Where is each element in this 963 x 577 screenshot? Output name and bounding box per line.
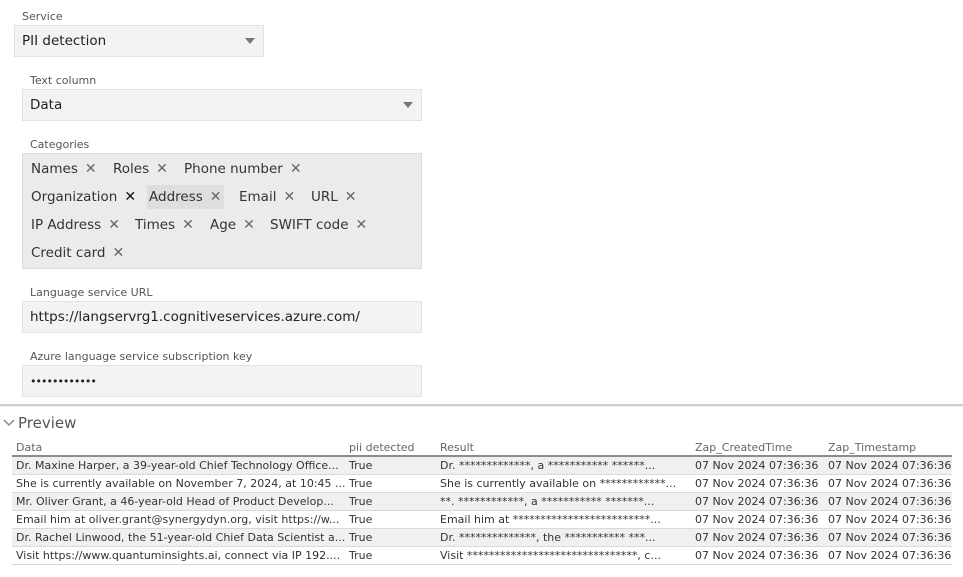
tag-label: Address (149, 189, 203, 205)
subscription-key-value: •••••••••••• (30, 374, 97, 388)
chevron-down-icon (403, 102, 413, 108)
tag-label: Times (135, 217, 176, 233)
cell-result: Dr. **************, the *********** ***.… (436, 528, 691, 547)
column-header-pii-detected[interactable]: pii detected (345, 439, 436, 457)
cell-timestamp: 07 Nov 2024 07:36:36 (824, 474, 952, 493)
tag-label: Organization (31, 189, 118, 205)
tag-label: Age (210, 217, 237, 233)
remove-tag-icon[interactable]: ✕ (290, 157, 302, 181)
category-tag: Credit card ✕ (29, 241, 126, 265)
cell-result: Email him at *************************..… (436, 510, 691, 529)
cell-result: She is currently available on **********… (436, 474, 691, 493)
cell-timestamp: 07 Nov 2024 07:36:36 (824, 510, 952, 529)
cell-pii-detected: True (345, 528, 436, 547)
language-url-label: Language service URL (30, 286, 153, 299)
cell-data: Mr. Oliver Grant, a 46-year-old Head of … (12, 492, 345, 511)
cell-timestamp: 07 Nov 2024 07:36:36 (824, 456, 952, 475)
category-tag: Address ✕ (147, 185, 224, 209)
tag-label: IP Address (31, 217, 102, 233)
cell-result: **. ************, a *********** *******.… (436, 492, 691, 511)
category-tag: Email ✕ (237, 185, 297, 209)
cell-timestamp: 07 Nov 2024 07:36:36 (824, 546, 952, 565)
column-header-result[interactable]: Result (436, 439, 691, 457)
cell-result: Visit *******************************, c… (436, 546, 691, 565)
cell-data: Email him at oliver.grant@synergydyn.org… (12, 510, 345, 529)
tag-label: Credit card (31, 245, 106, 261)
table-row[interactable]: Visit https://www.quantuminsights.ai, co… (12, 546, 952, 565)
chevron-down-icon (245, 38, 255, 44)
text-column-dropdown[interactable]: Data (22, 89, 422, 121)
cell-timestamp: 07 Nov 2024 07:36:36 (824, 492, 952, 511)
cell-timestamp: 07 Nov 2024 07:36:36 (824, 528, 952, 547)
cell-created-time: 07 Nov 2024 07:36:36 (691, 492, 824, 511)
remove-tag-icon[interactable]: ✕ (283, 185, 295, 209)
language-url-input[interactable]: https://langservrg1.cognitiveservices.az… (22, 301, 422, 333)
remove-tag-icon[interactable]: ✕ (156, 157, 168, 181)
cell-pii-detected: True (345, 456, 436, 475)
category-tag: Organization ✕ (29, 185, 138, 209)
table-row[interactable]: Email him at oliver.grant@synergydyn.org… (12, 510, 952, 529)
cell-created-time: 07 Nov 2024 07:36:36 (691, 528, 824, 547)
category-tag: URL ✕ (309, 185, 359, 209)
text-column-label: Text column (30, 74, 97, 87)
cell-data: Dr. Maxine Harper, a 39-year-old Chief T… (12, 456, 345, 475)
language-url-value: https://langservrg1.cognitiveservices.az… (30, 309, 360, 325)
categories-label: Categories (30, 138, 90, 151)
preview-title: Preview (18, 414, 77, 432)
cell-pii-detected: True (345, 492, 436, 511)
preview-toggle[interactable]: Preview (0, 412, 76, 434)
service-value: PII detection (22, 33, 107, 49)
section-divider[interactable] (0, 404, 963, 407)
chevron-down-icon (3, 419, 15, 427)
cell-created-time: 07 Nov 2024 07:36:36 (691, 510, 824, 529)
cell-result: Dr. *************, a *********** ******.… (436, 456, 691, 475)
remove-tag-icon[interactable]: ✕ (356, 213, 368, 237)
cell-created-time: 07 Nov 2024 07:36:36 (691, 546, 824, 565)
table-row[interactable]: Dr. Maxine Harper, a 39-year-old Chief T… (12, 456, 952, 475)
text-column-value: Data (30, 97, 63, 113)
cell-data: She is currently available on November 7… (12, 474, 345, 493)
category-tag: Names ✕ (29, 157, 99, 181)
column-header-timestamp[interactable]: Zap_Timestamp (824, 439, 952, 457)
category-tag: Times ✕ (133, 213, 196, 237)
table-row[interactable]: Mr. Oliver Grant, a 46-year-old Head of … (12, 492, 952, 511)
remove-tag-icon[interactable]: ✕ (345, 185, 357, 209)
remove-tag-icon[interactable]: ✕ (124, 185, 136, 209)
category-tag: Phone number ✕ (182, 157, 304, 181)
remove-tag-icon[interactable]: ✕ (210, 185, 222, 209)
column-header-created-time[interactable]: Zap_CreatedTime (691, 439, 824, 457)
cell-pii-detected: True (345, 546, 436, 565)
remove-tag-icon[interactable]: ✕ (182, 213, 194, 237)
cell-pii-detected: True (345, 474, 436, 493)
table-row[interactable]: Dr. Rachel Linwood, the 51-year-old Chie… (12, 528, 952, 547)
category-tag: Age ✕ (208, 213, 257, 237)
cell-pii-detected: True (345, 510, 436, 529)
preview-table: Data pii detected Result Zap_CreatedTime… (12, 439, 952, 565)
category-tag: IP Address ✕ (29, 213, 122, 237)
tag-label: Phone number (184, 161, 283, 177)
table-header-row: Data pii detected Result Zap_CreatedTime… (12, 439, 952, 457)
remove-tag-icon[interactable]: ✕ (112, 241, 124, 265)
subscription-key-label: Azure language service subscription key (30, 350, 253, 363)
cell-created-time: 07 Nov 2024 07:36:36 (691, 474, 824, 493)
cell-created-time: 07 Nov 2024 07:36:36 (691, 456, 824, 475)
tag-label: URL (311, 189, 338, 205)
column-header-data[interactable]: Data (12, 439, 345, 457)
category-tag: Roles ✕ (111, 157, 170, 181)
cell-data: Visit https://www.quantuminsights.ai, co… (12, 546, 345, 565)
remove-tag-icon[interactable]: ✕ (243, 213, 255, 237)
tag-label: Names (31, 161, 78, 177)
service-label: Service (22, 10, 63, 23)
tag-label: Roles (113, 161, 150, 177)
tag-label: SWIFT code (270, 217, 349, 233)
table-row[interactable]: She is currently available on November 7… (12, 474, 952, 493)
remove-tag-icon[interactable]: ✕ (108, 213, 120, 237)
service-dropdown[interactable]: PII detection (14, 25, 264, 57)
categories-multiselect[interactable]: Names ✕ Roles ✕ Phone number ✕ Organization… (22, 153, 422, 269)
cell-data: Dr. Rachel Linwood, the 51-year-old Chie… (12, 528, 345, 547)
category-tag: SWIFT code ✕ (268, 213, 369, 237)
tag-label: Email (239, 189, 277, 205)
remove-tag-icon[interactable]: ✕ (85, 157, 97, 181)
subscription-key-input[interactable]: •••••••••••• (22, 365, 422, 397)
